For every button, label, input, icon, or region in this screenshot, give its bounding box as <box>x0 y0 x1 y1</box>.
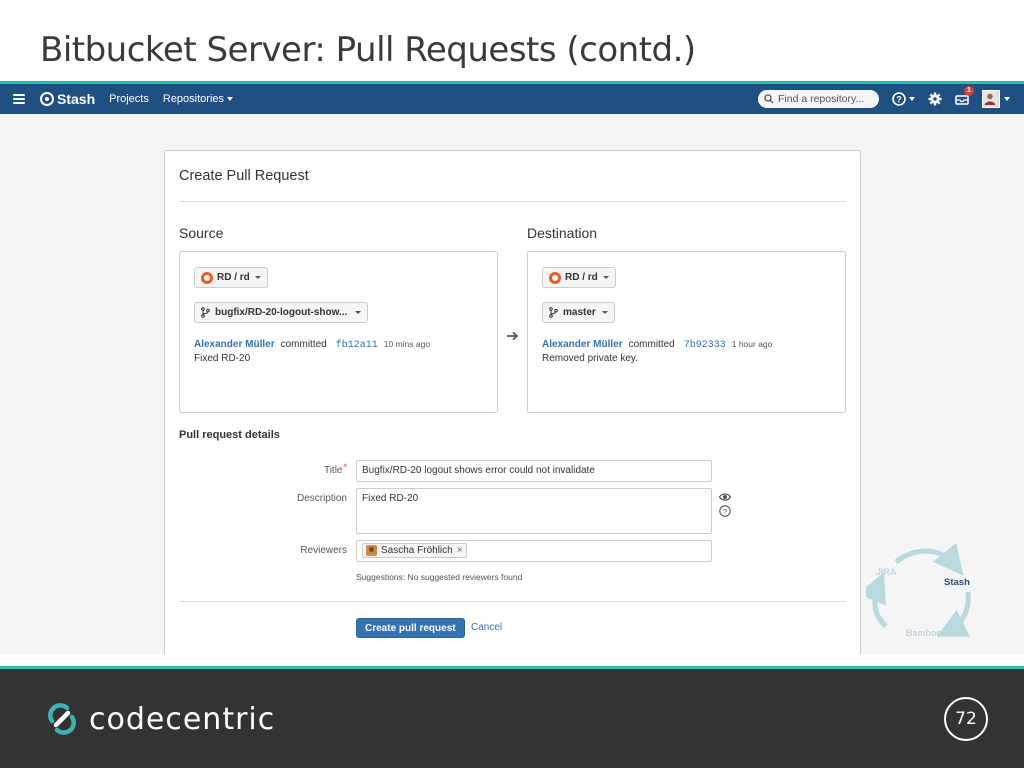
avatar <box>982 90 1000 108</box>
divider <box>179 201 846 202</box>
destination-commit-verb: committed <box>628 339 675 350</box>
cycle-arrow <box>866 572 888 628</box>
reviewer-avatar <box>366 545 377 556</box>
create-pull-request-button[interactable]: Create pull request <box>356 618 465 638</box>
reviewers-label: Reviewers <box>300 545 347 556</box>
cancel-link[interactable]: Cancel <box>471 622 502 633</box>
destination-commit-time: 1 hour ago <box>731 339 773 349</box>
destination-commit-message: Removed private key. <box>542 353 638 364</box>
codecentric-logo-icon <box>48 703 76 735</box>
cycle-arrow <box>894 544 964 576</box>
bamboo-label: Bamboo <box>906 628 943 638</box>
destination-repo-selector[interactable]: RD / rd <box>542 267 616 288</box>
destination-branch-selector[interactable]: master <box>542 302 615 323</box>
tool-cycle-graphic: JIRA Stash Bamboo <box>866 544 971 638</box>
source-commit-time: 10 mins ago <box>383 339 431 349</box>
branch-icon <box>201 307 210 318</box>
required-asterisk: * <box>343 462 347 472</box>
cycle-arrow <box>936 591 971 637</box>
stash-navbar: Stash Projects Repositories Find a repos… <box>0 84 1024 114</box>
create-pull-request-panel: Create Pull Request Source RD / rd bugfi… <box>164 150 861 654</box>
source-commit-info: Alexander Müller committed fb12a11 10 mi… <box>194 339 430 351</box>
divider <box>179 601 846 602</box>
nav-projects[interactable]: Projects <box>109 93 149 105</box>
chevron-down-icon <box>227 97 234 102</box>
stash-logo-text: Stash <box>57 91 96 107</box>
help-icon: ? <box>892 92 906 106</box>
svg-text:?: ? <box>723 507 727 516</box>
repository-icon <box>201 271 213 284</box>
chevron-down-icon <box>909 97 915 101</box>
title-label-text: Title <box>323 465 343 476</box>
source-repo-label: RD / rd <box>217 272 250 283</box>
description-textarea[interactable]: Fixed RD-20 <box>356 488 712 534</box>
search-icon <box>764 94 774 104</box>
user-avatar-icon <box>983 91 997 105</box>
title-label: Title* <box>227 462 347 476</box>
title-input[interactable]: Bugfix/RD-20 logout shows error could no… <box>356 460 712 482</box>
notification-badge: 1 <box>964 86 974 96</box>
stash-logo[interactable]: Stash <box>40 91 95 107</box>
source-box: RD / rd bugfix/RD-20-logout-show... Alex… <box>179 251 498 413</box>
jira-label: JIRA <box>876 567 897 577</box>
gear-icon <box>928 92 942 106</box>
chevron-down-icon <box>254 276 261 279</box>
page-title: Create Pull Request <box>179 168 309 184</box>
reviewers-input[interactable]: Sascha Fröhlich × <box>356 540 712 562</box>
slide-title: Bitbucket Server: Pull Requests (contd.) <box>40 30 696 70</box>
inbox-button[interactable]: 1 <box>955 86 974 106</box>
destination-branch-label: master <box>563 307 596 318</box>
reviewer-chip: Sascha Fröhlich × <box>362 543 467 558</box>
eye-icon <box>718 493 732 501</box>
menu-icon[interactable] <box>13 94 25 104</box>
brand-name: codecentric <box>89 701 276 737</box>
destination-box: RD / rd master Alexander Müller committe… <box>527 251 846 413</box>
repository-icon <box>549 271 561 284</box>
nav-repositories[interactable]: Repositories <box>162 93 234 105</box>
source-commit-message: Fixed RD-20 <box>194 353 251 364</box>
search-placeholder: Find a repository... <box>778 93 865 105</box>
user-menu[interactable] <box>982 90 1010 108</box>
destination-repo-label: RD / rd <box>565 272 598 283</box>
remove-reviewer-icon[interactable]: × <box>457 545 463 556</box>
destination-commit-info: Alexander Müller committed 7b92333 1 hou… <box>542 339 772 351</box>
description-label: Description <box>296 493 347 504</box>
destination-commit-hash[interactable]: 7b92333 <box>684 340 726 351</box>
stash-label: Stash <box>944 577 970 588</box>
source-commit-hash[interactable]: fb12a11 <box>336 340 378 351</box>
page-number: 72 <box>944 697 988 741</box>
chevron-down-icon <box>602 276 609 279</box>
codecentric-logo: codecentric <box>43 700 275 738</box>
arrow-right-icon <box>507 328 519 346</box>
chevron-down-icon <box>355 311 362 314</box>
destination-commit-author[interactable]: Alexander Müller <box>542 339 623 350</box>
settings-button[interactable] <box>928 92 942 106</box>
source-commit-author[interactable]: Alexander Müller <box>194 339 275 350</box>
source-repo-selector[interactable]: RD / rd <box>194 267 268 288</box>
source-branch-selector[interactable]: bugfix/RD-20-logout-show... <box>194 302 369 323</box>
help-icon: ? <box>719 505 731 517</box>
reviewer-name: Sascha Fröhlich <box>381 545 453 556</box>
branch-icon <box>549 307 558 318</box>
svg-text:?: ? <box>896 94 902 104</box>
repository-search-input[interactable]: Find a repository... <box>758 90 879 108</box>
reviewer-suggestions: Suggestions: No suggested reviewers foun… <box>356 572 523 582</box>
source-commit-verb: committed <box>280 339 327 350</box>
destination-heading: Destination <box>527 225 598 241</box>
chevron-down-icon <box>601 311 608 314</box>
nav-repositories-label: Repositories <box>162 93 225 105</box>
chevron-down-icon <box>1004 97 1010 101</box>
help-menu[interactable]: ? <box>892 92 915 106</box>
stash-logo-icon <box>40 92 54 106</box>
source-branch-label: bugfix/RD-20-logout-show... <box>215 307 348 318</box>
details-heading: Pull request details <box>179 429 280 441</box>
markup-help-button[interactable]: ? <box>719 504 731 522</box>
source-heading: Source <box>179 225 224 241</box>
